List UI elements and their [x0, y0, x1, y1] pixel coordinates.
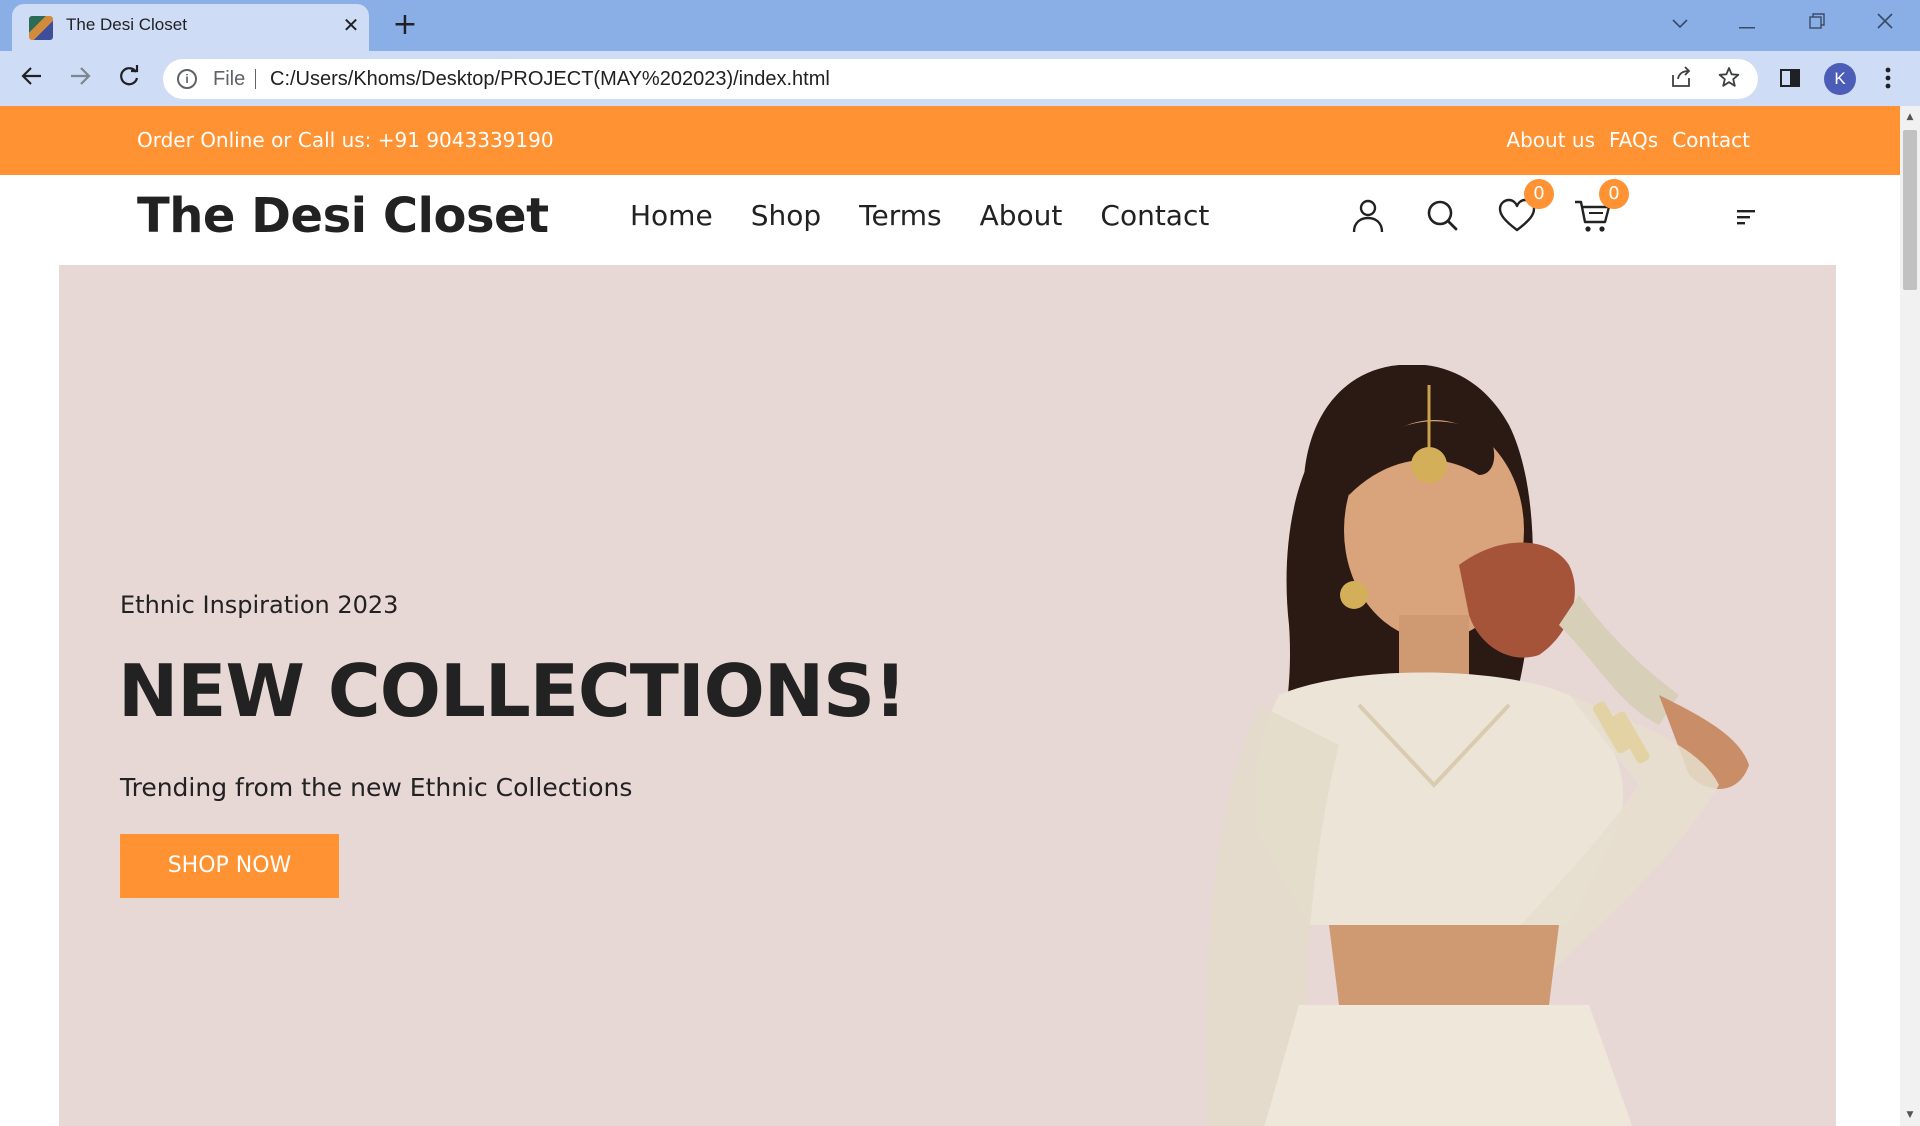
user-icon[interactable]	[1348, 196, 1388, 236]
browser-tab-strip: The Desi Closet ✕ +	[0, 0, 1920, 51]
omnibox-divider	[255, 69, 256, 89]
back-arrow-icon[interactable]	[16, 63, 48, 95]
nav-contact[interactable]: Contact	[1100, 199, 1209, 232]
hero-model-image	[1099, 364, 1819, 1126]
topbar-link-contact[interactable]: Contact	[1672, 128, 1750, 152]
hero-subtitle: Trending from the new Ethnic Collections	[120, 773, 633, 802]
close-window-icon[interactable]	[1865, 8, 1905, 36]
restore-window-icon[interactable]	[1797, 8, 1837, 36]
announcement-bar: Order Online or Call us: +91 9043339190 …	[0, 106, 1900, 175]
topbar-link-faqs[interactable]: FAQs	[1609, 128, 1658, 152]
browser-tab[interactable]: The Desi Closet ✕	[12, 4, 369, 51]
scheme-label: File	[213, 68, 246, 90]
search-icon[interactable]	[1422, 196, 1462, 236]
wishlist-count-badge: 0	[1524, 179, 1554, 209]
tab-search-chevron-icon[interactable]	[1660, 8, 1700, 36]
tab-title: The Desi Closet	[66, 15, 187, 34]
page-viewport: Order Online or Call us: +91 9043339190 …	[0, 106, 1900, 1126]
shop-now-button[interactable]: SHOP NOW	[120, 834, 339, 898]
scroll-up-arrow-icon[interactable]: ▲	[1900, 108, 1920, 126]
main-nav: Home Shop Terms About Contact	[630, 199, 1209, 232]
browser-toolbar: i File C:/Users/Khoms/Desktop/PROJECT(MA…	[0, 51, 1920, 106]
hero-kicker: Ethnic Inspiration 2023	[120, 591, 399, 619]
topbar-links: About us FAQs Contact	[1506, 128, 1750, 152]
profile-avatar[interactable]: K	[1824, 63, 1856, 95]
bookmark-star-icon[interactable]	[1716, 66, 1742, 92]
reload-icon[interactable]	[113, 63, 145, 95]
share-icon[interactable]	[1668, 66, 1694, 92]
site-favicon-icon	[29, 16, 53, 40]
hero-title: NEW COLLECTIONS!	[118, 649, 907, 733]
address-bar[interactable]: i File C:/Users/Khoms/Desktop/PROJECT(MA…	[163, 59, 1758, 99]
url-text[interactable]: C:/Users/Khoms/Desktop/PROJECT(MAY%20202…	[270, 68, 830, 91]
site-header: The Desi Closet Home Shop Terms About Co…	[0, 175, 1900, 271]
site-logo[interactable]: The Desi Closet	[137, 188, 549, 244]
order-contact-text: Order Online or Call us: +91 9043339190	[137, 128, 554, 152]
cart-count-badge: 0	[1599, 179, 1629, 209]
new-tab-icon[interactable]: +	[390, 8, 420, 42]
menu-icon[interactable]	[1737, 209, 1757, 225]
scroll-thumb[interactable]	[1903, 130, 1917, 290]
nav-terms[interactable]: Terms	[859, 199, 941, 232]
nav-home[interactable]: Home	[630, 199, 713, 232]
nav-about[interactable]: About	[980, 199, 1063, 232]
browser-menu-icon[interactable]	[1873, 63, 1903, 93]
minimize-window-icon[interactable]	[1727, 8, 1767, 36]
site-info-icon[interactable]: i	[177, 69, 197, 89]
close-tab-icon[interactable]: ✕	[338, 12, 364, 38]
page-scrollbar[interactable]: ▲ ▼	[1900, 106, 1920, 1126]
nav-shop[interactable]: Shop	[751, 199, 821, 232]
hero-banner: Ethnic Inspiration 2023 NEW COLLECTIONS!…	[59, 265, 1836, 1126]
forward-arrow-icon[interactable]	[64, 63, 96, 95]
scroll-down-arrow-icon[interactable]: ▼	[1900, 1106, 1920, 1124]
topbar-link-about[interactable]: About us	[1506, 128, 1595, 152]
side-panel-icon[interactable]	[1775, 63, 1805, 93]
